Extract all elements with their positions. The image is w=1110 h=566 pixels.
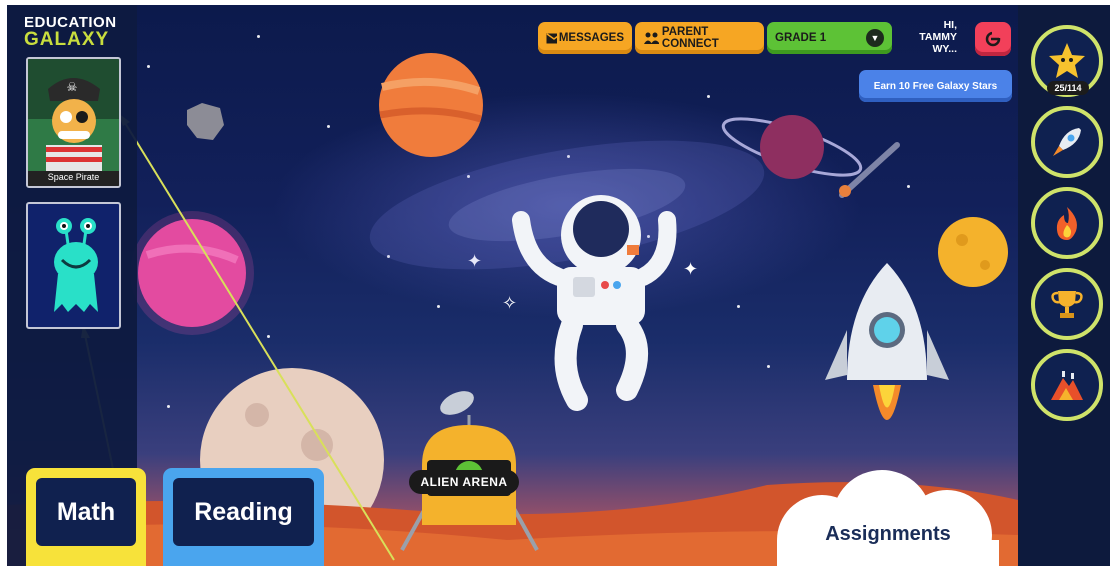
- reading-tile[interactable]: Reading: [163, 468, 324, 566]
- fire-icon: [1056, 207, 1077, 240]
- stars-progress: 25/114: [1047, 81, 1089, 95]
- grade-label: GRADE 1: [775, 32, 827, 44]
- logout-button[interactable]: [975, 22, 1011, 56]
- rocket-button[interactable]: [1031, 106, 1103, 178]
- math-tile[interactable]: Math: [26, 468, 146, 566]
- pirate-avatar: ☠: [28, 59, 119, 186]
- trophy-button[interactable]: [1031, 268, 1103, 340]
- assignments-label: Assignments: [825, 523, 951, 545]
- assignments-cloud[interactable]: [772, 470, 1004, 566]
- grade-select[interactable]: GRADE 1 ▼: [767, 22, 892, 54]
- logout-icon: [985, 31, 1001, 47]
- volcano-icon: [1051, 371, 1083, 400]
- logo-line-2: GALAXY: [24, 29, 110, 50]
- svg-text:☠: ☠: [67, 80, 78, 94]
- streak-button[interactable]: [1031, 187, 1103, 259]
- username-label: TAMMY WY...: [919, 31, 957, 55]
- avatar-card-alien[interactable]: [26, 202, 121, 329]
- avatar-caption: Space Pirate: [47, 172, 100, 182]
- alien-arena-button[interactable]: ALIEN ARENA: [409, 470, 519, 494]
- parent-connect-button[interactable]: PARENT CONNECT: [635, 22, 764, 54]
- messages-label: MESSAGES: [558, 32, 624, 44]
- chevron-down-icon: ▼: [866, 29, 884, 47]
- star-icon: [1049, 43, 1085, 78]
- parents-icon: [644, 32, 659, 44]
- avatar-card-space-pirate[interactable]: ☠ Space Pirate: [26, 57, 121, 188]
- earn-stars-button[interactable]: Earn 10 Free Galaxy Stars: [859, 70, 1012, 102]
- volcano-button[interactable]: [1031, 349, 1103, 421]
- parent-connect-label: PARENT CONNECT: [661, 26, 719, 50]
- greeting-hi: HI,: [943, 19, 957, 31]
- app-frame: ✦ ✦ ✧: [0, 0, 1110, 566]
- envelope-icon: [546, 32, 557, 43]
- trophy-icon: [1051, 291, 1083, 318]
- alien-avatar: [54, 218, 98, 312]
- alien-arena-label: ALIEN ARENA: [420, 475, 508, 489]
- messages-button[interactable]: MESSAGES: [538, 22, 632, 54]
- rocket-icon: [1053, 128, 1081, 156]
- user-greeting: HI, TAMMY WY...: [893, 19, 957, 55]
- reading-label: Reading: [173, 478, 314, 546]
- math-label: Math: [36, 478, 136, 546]
